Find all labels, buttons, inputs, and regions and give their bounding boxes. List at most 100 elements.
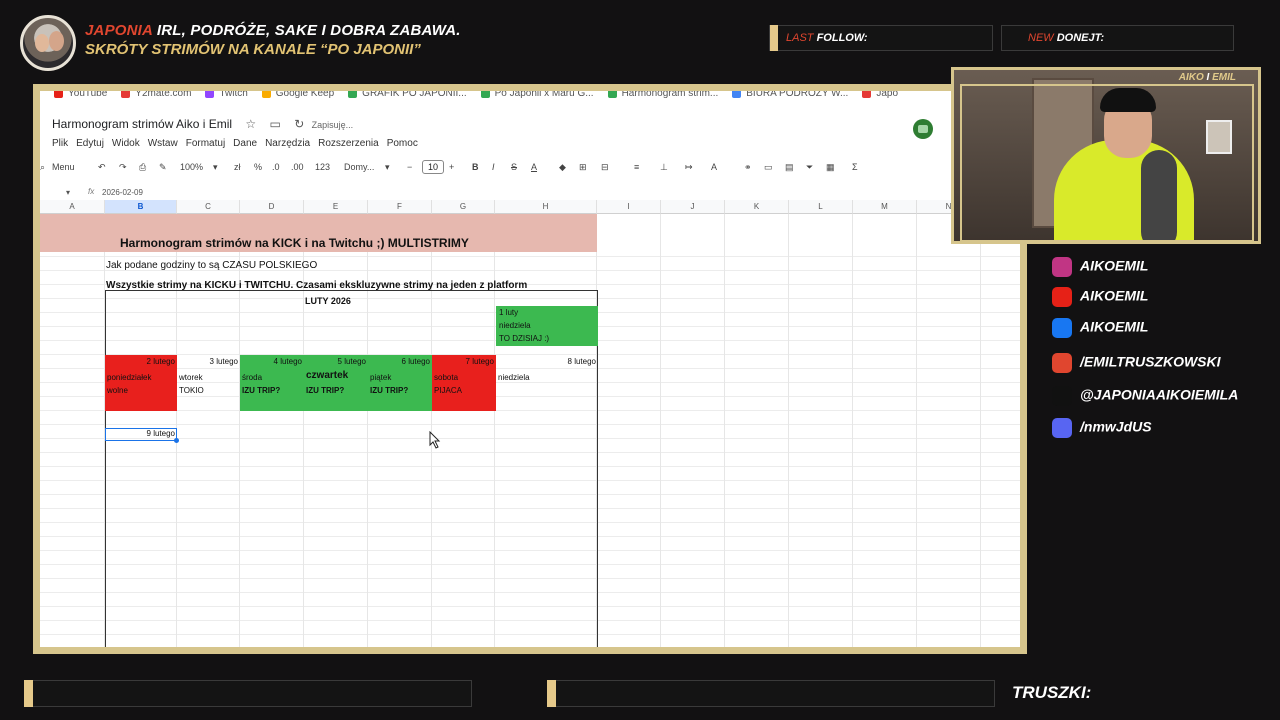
formula-input[interactable]: 2026-02-09 [102,188,143,197]
menu-item[interactable]: Plik [52,138,68,149]
link-icon[interactable]: ⚭ [744,162,752,173]
day-note: IZU TRIP? [242,386,281,395]
day-name: czwartek [306,370,349,381]
sheet-grid[interactable]: NMLKJIHGFEDCBA Harmonogram strimów na KI… [40,200,1020,647]
font-size-input[interactable]: 10 [422,160,444,174]
filter-icon[interactable]: ⏷ [806,162,813,173]
menu-item[interactable]: Wstaw [148,138,178,149]
grid-line [916,214,917,647]
bookmark-item[interactable]: YouTube [54,91,107,99]
move-folder-icon[interactable]: ▭ [270,117,281,131]
menu-item[interactable]: Edytuj [76,138,104,149]
month-label: LUTY 2026 [305,296,351,306]
mouse-cursor [429,431,441,449]
bookmark-item[interactable]: Japo [862,91,898,99]
bookmark-item[interactable]: Harmonogram strim... [607,91,718,99]
italic-icon[interactable]: I [492,162,495,172]
column-header[interactable]: M [853,200,917,214]
comment-icon[interactable]: ▭ [764,162,773,173]
bookmark-icon [480,91,490,98]
menu-item[interactable]: Pomoc [387,138,418,149]
percent-button[interactable]: % [254,162,262,172]
bookmark-icon [261,91,271,98]
column-header[interactable]: J [661,200,725,214]
views-icon[interactable]: ▦ [826,162,835,173]
bookmark-item[interactable]: GRAFIK PO JAPONII... [348,91,467,99]
overlay-subtitle: SKRÓTY STRIMÓW NA KANALE “PO JAPONII” [85,41,421,58]
decrease-decimal-button[interactable]: .0 [272,162,280,172]
discord-icon [1052,418,1072,438]
social-link: /nmwJdUS [1052,418,1152,438]
chart-icon[interactable]: ▤ [785,162,794,173]
history-button[interactable] [913,119,933,139]
bottom-bar-right [547,680,995,707]
menu-item[interactable]: Widok [112,138,140,149]
column-header[interactable]: F [368,200,432,214]
paint-format-icon[interactable]: ✎ [159,162,167,173]
star-icon[interactable]: ☆ [245,117,256,131]
valign-icon[interactable]: ⊥ [660,162,668,173]
borders-icon[interactable]: ⊞ [579,162,587,173]
menu-search[interactable]: Menu [52,162,75,172]
bookmark-icon [607,91,617,98]
column-header[interactable]: A [40,200,105,214]
column-header[interactable]: K [725,200,789,214]
menu-item[interactable]: Rozszerzenia [318,138,379,149]
column-header[interactable]: B [105,200,177,214]
sync-icon: ↻ [294,117,305,131]
doc-title[interactable]: Harmonogram strimów Aiko i Emil [52,117,232,131]
overlay-title: JAPONIA IRL, PODRÓŻE, SAKE I DOBRA ZABAW… [85,22,461,39]
plus-icon[interactable]: + [449,162,454,172]
column-header[interactable]: G [432,200,495,214]
menu-item[interactable]: Dane [233,138,257,149]
menu-bar: Plik Edytuj Widok Wstaw Formatuj Dane Narzędzi… [52,138,426,149]
day-date: 8 lutego [567,357,596,366]
bookmark-item[interactable]: Y2mate.com [121,91,191,99]
day-name: wtorek [179,373,203,382]
bookmark-item[interactable]: BIURA PODROŻY W... [732,91,848,99]
truszki-label: TRUSZKI: [1012,683,1092,702]
bold-icon[interactable]: B [472,162,479,172]
merge-icon[interactable]: ⊟ [601,162,609,173]
column-header[interactable]: C [177,200,240,214]
menu-item[interactable]: Narzędzia [265,138,310,149]
redo-icon[interactable]: ↷ [119,162,127,173]
column-header[interactable]: H [495,200,597,214]
text-color-icon[interactable]: A [531,162,537,172]
grid-line [660,214,661,647]
search-icon[interactable]: ⌕ [40,162,45,173]
chevron-down-icon[interactable]: ▾ [213,162,218,173]
chevron-down-icon[interactable]: ▾ [385,162,390,173]
feb9-date: 9 lutego [146,429,175,438]
functions-icon[interactable]: Σ [852,162,858,172]
column-header[interactable]: I [597,200,661,214]
undo-icon[interactable]: ↶ [98,162,106,173]
increase-decimal-button[interactable]: .00 [291,162,304,172]
menu-item[interactable]: Formatuj [186,138,225,149]
day-name: poniedziałek [107,373,152,382]
fx-icon: fx [88,187,95,196]
wrap-icon[interactable]: ↦ [685,162,693,173]
bookmark-icon [862,91,872,98]
bookmark-item[interactable]: Twitch [205,91,248,99]
day-name: sobota [434,373,459,382]
align-icon[interactable]: ≡ [634,162,639,172]
rotate-icon[interactable]: A [711,162,717,172]
minus-icon[interactable]: − [407,162,412,172]
fill-color-icon[interactable]: ◆ [559,162,566,173]
bookmark-item[interactable]: Google Keep [261,91,334,99]
print-icon[interactable]: ⎙ [139,162,146,173]
font-select[interactable]: Domy... [344,162,374,172]
webcam: AIKO I EMIL [951,67,1261,244]
column-header[interactable]: L [789,200,853,214]
number-format-button[interactable]: 123 [315,162,330,172]
strikethrough-icon[interactable]: S [511,162,517,172]
zoom-select[interactable]: 100% [180,162,203,172]
bookmark-item[interactable]: Po Japonii x Maru G... [480,91,594,99]
day-date: 6 lutego [401,357,430,366]
chevron-down-icon[interactable]: ▾ [66,188,70,197]
currency-button[interactable]: zł [234,162,241,172]
day-note: wolne [107,386,128,395]
column-header[interactable]: E [304,200,368,214]
column-header[interactable]: D [240,200,304,214]
